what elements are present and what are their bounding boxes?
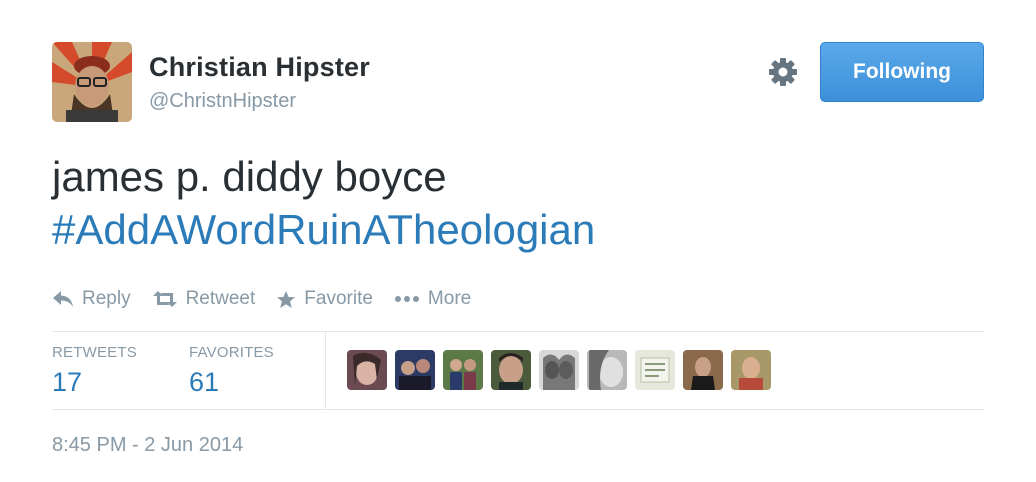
favorite-label: Favorite [304,288,373,309]
user-handle[interactable]: @ChristnHipster [149,90,296,113]
favoriter-avatar[interactable] [731,350,771,390]
retweets-stat[interactable]: RETWEETS 17 [52,344,137,398]
favorites-stat-label: FAVORITES [189,344,274,361]
favoriter-avatar[interactable] [683,350,723,390]
user-display-name[interactable]: Christian Hipster [149,52,370,83]
reply-button[interactable]: Reply [52,288,131,310]
favoriter-avatar[interactable] [443,350,483,390]
retweets-count: 17 [52,367,83,397]
favorite-button[interactable]: Favorite [276,288,373,310]
hashtag-link[interactable]: #AddAWordRuinATheologian [52,203,595,256]
more-button[interactable]: More [394,288,471,310]
stats-top-divider [52,331,984,332]
reply-icon [53,291,73,307]
stats-separator [325,332,326,409]
favoriter-avatar[interactable] [491,350,531,390]
tweet-timestamp[interactable]: 8:45 PM - 2 Jun 2014 [52,434,243,457]
favoriter-avatar[interactable] [587,350,627,390]
retweet-icon [152,291,177,307]
favoriter-avatar[interactable] [635,350,675,390]
favorites-stat[interactable]: FAVORITES 61 [189,344,274,398]
retweets-stat-label: RETWEETS [52,344,137,361]
tweet-text: james p. diddy boyce #AddAWordRuinATheol… [52,150,595,256]
retweet-button[interactable]: Retweet [152,288,256,310]
favoriter-avatars [347,350,779,390]
tweet-text-line: james p. diddy boyce [52,153,447,200]
reply-label: Reply [82,288,131,309]
user-avatar[interactable] [52,42,132,122]
favorite-star-icon [277,290,296,308]
favoriter-avatar[interactable] [395,350,435,390]
favoriter-avatar[interactable] [539,350,579,390]
following-button[interactable]: Following [820,42,984,102]
more-dots-icon [394,296,419,302]
favorites-count: 61 [189,367,220,397]
avatar-image [52,42,132,122]
gear-icon[interactable] [766,55,800,89]
tweet-actions: Reply Retweet Favorite More [52,284,492,314]
more-label: More [427,288,472,309]
stats-bottom-divider [52,409,984,410]
retweet-label: Retweet [185,288,256,309]
favoriter-avatar[interactable] [347,350,387,390]
